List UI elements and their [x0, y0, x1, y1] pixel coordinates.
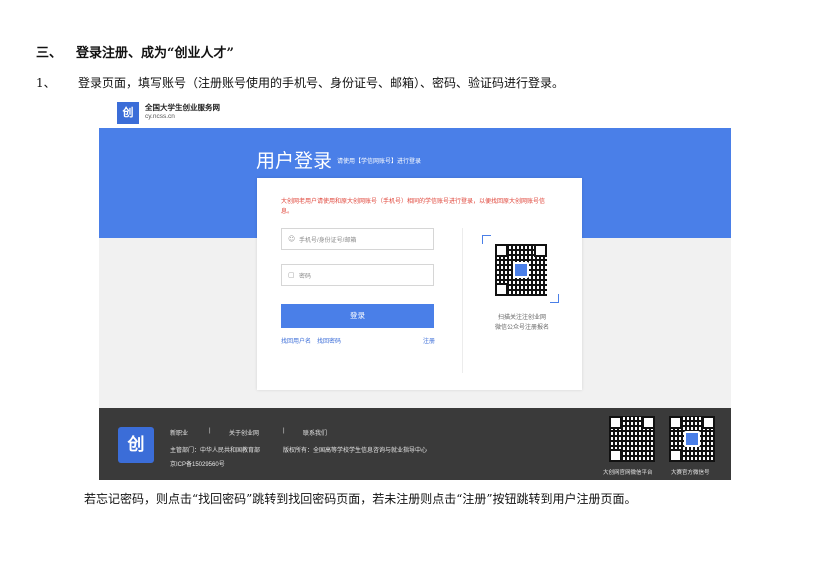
find-username-link[interactable]: 找回用户名	[281, 336, 311, 345]
footer-link-contact[interactable]: 联系我们	[303, 428, 327, 437]
footer-logo-icon: 创	[118, 427, 154, 463]
password-placeholder: 密码	[299, 274, 312, 280]
section-title: 登录注册、成为“创业人才”	[76, 46, 234, 61]
site-logo-icon[interactable]: 创	[117, 102, 139, 124]
user-icon: ☺	[288, 235, 296, 243]
qr-caption: 扫描关注注创业网 微信公众号注册报名	[477, 313, 567, 333]
wechat-qr-code	[495, 244, 547, 296]
login-page-screenshot: 创 全国大学生创业服务网 cy.ncss.cn 用户登录 请使用【学信网账号】进…	[99, 98, 731, 480]
step-line: 1、 登录页面，填写账号（注册账号使用的手机号、身份证号、邮箱）、密码、验证码进行…	[36, 74, 564, 91]
footer-link-about[interactable]: 关于创业网	[229, 428, 259, 437]
login-button[interactable]: 登录	[281, 304, 434, 328]
section-number: 三、	[36, 46, 63, 61]
login-subtitle: 请使用【学信网账号】进行登录	[337, 159, 422, 165]
login-title: 用户登录	[256, 151, 333, 172]
qr-frame-corner	[482, 235, 491, 244]
site-header: 创 全国大学生创业服务网 cy.ncss.cn	[99, 98, 731, 128]
site-footer: 创 新职业 | 关于创业网 | 联系我们 主管部门：中华人民共和国教育部 版权所…	[99, 408, 731, 480]
lock-icon: ▢	[288, 271, 295, 279]
footer-qr2-caption: 大赛官方微信号	[671, 470, 710, 476]
account-input[interactable]: ☺ 手机号/身份证号/邮箱	[281, 228, 434, 250]
footer-sponsor: 主管部门：中华人民共和国教育部	[170, 448, 261, 454]
register-link[interactable]: 注册	[423, 336, 435, 345]
card-divider	[462, 228, 463, 373]
account-placeholder: 手机号/身份证号/邮箱	[299, 238, 357, 244]
footer-separator: |	[283, 428, 285, 434]
footer-copyright: 版权所有：全国高等学校学生信息咨询与就业指导中心	[283, 448, 428, 454]
step-text: 登录页面，填写账号（注册账号使用的手机号、身份证号、邮箱）、密码、验证码进行登录…	[78, 76, 565, 90]
qr-frame-corner	[550, 294, 559, 303]
footer-separator: |	[209, 428, 211, 434]
footer-qr-code	[669, 416, 715, 462]
instruction-note: 若忘记密码，则点击“找回密码”跳转到找回密码页面，若未注册则点击“注册”按钮跳转…	[84, 492, 637, 506]
step-number: 1、	[36, 76, 56, 90]
footer-qr-code	[609, 416, 655, 462]
section-heading: 三、 登录注册、成为“创业人才”	[36, 42, 234, 61]
site-name: 全国大学生创业服务网	[145, 103, 220, 112]
password-input[interactable]: ▢ 密码	[281, 264, 434, 286]
login-card: 大创网老用户请使用和原大创网账号（手机号）相同的学信账号进行登录，以便找回原大创…	[257, 178, 582, 390]
find-password-link[interactable]: 找回密码	[317, 336, 341, 345]
qr-caption-line2: 微信公众号注册报名	[494, 325, 549, 331]
footer-icp: 京ICP备15029560号	[170, 462, 225, 468]
qr-caption-line1: 扫描关注注创业网	[497, 315, 546, 321]
site-url: cy.ncss.cn	[145, 113, 175, 120]
login-notice: 大创网老用户请使用和原大创网账号（手机号）相同的学信账号进行登录，以便找回原大创…	[281, 199, 546, 215]
footer-qr1-caption: 大创网官网微信平台	[603, 470, 653, 476]
footer-link-new-career[interactable]: 新职业	[170, 428, 188, 437]
